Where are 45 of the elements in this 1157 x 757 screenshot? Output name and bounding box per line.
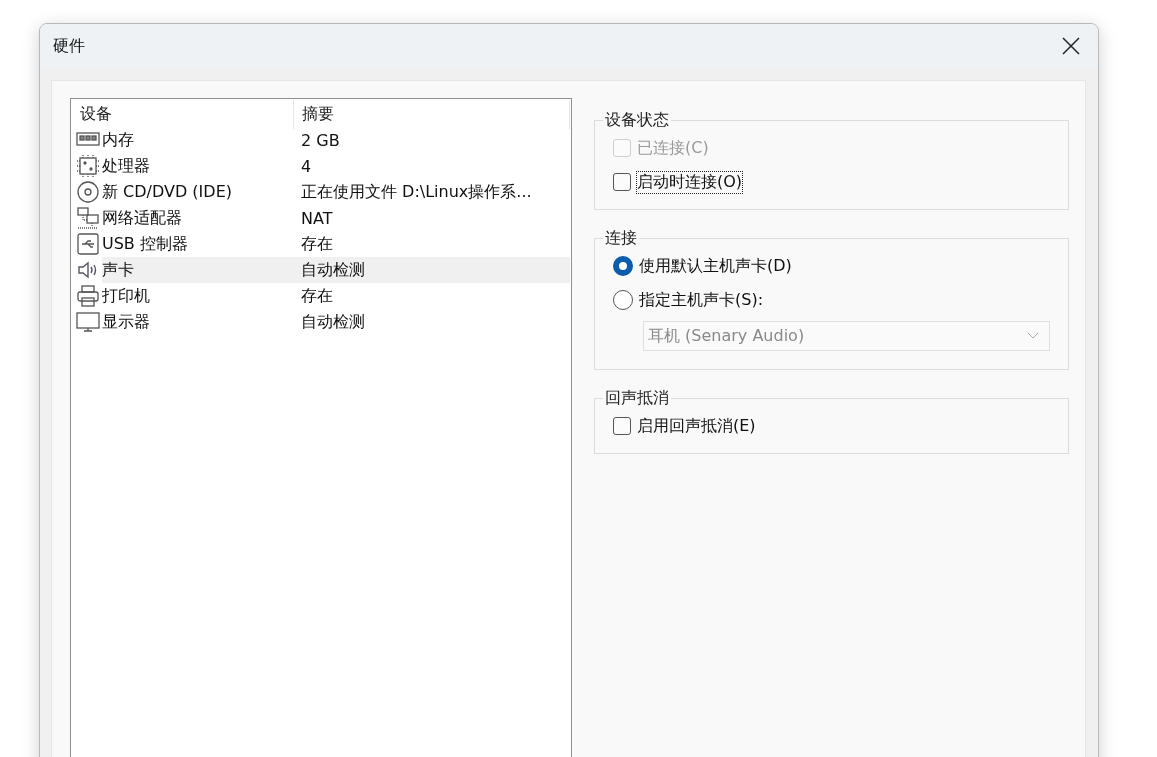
device-row[interactable]: 打印机 存在 (72, 283, 570, 309)
group-title: 连接 (604, 228, 638, 249)
device-row[interactable]: 显示器 自动检测 (72, 309, 570, 335)
device-name: 打印机 (102, 285, 150, 307)
checkbox[interactable] (613, 173, 631, 191)
device-row[interactable]: 处理器 4 (72, 153, 570, 179)
cpu-device-icon (76, 154, 100, 178)
device-name: 处理器 (102, 155, 150, 177)
device-name: 显示器 (102, 311, 150, 333)
radio-button[interactable] (613, 256, 633, 276)
device-summary: 存在 (300, 285, 334, 307)
display-device-icon (76, 310, 100, 334)
device-row[interactable]: USB 控制器 存在 (72, 231, 570, 257)
device-name: 网络适配器 (102, 207, 182, 229)
device-name: 内存 (102, 129, 134, 151)
printer-device-icon (76, 284, 100, 308)
device-summary: 4 (300, 156, 313, 176)
device-summary: 存在 (300, 233, 334, 255)
column-header[interactable]: 设备 (72, 100, 294, 129)
usb-device-icon (76, 232, 100, 256)
window-title: 硬件 (53, 35, 85, 57)
device-row[interactable]: 网络适配器 NAT (72, 205, 570, 231)
device-name: USB 控制器 (102, 233, 188, 255)
group-title: 设备状态 (604, 110, 670, 131)
disc-device-icon (76, 180, 100, 204)
checkbox-option[interactable]: 启动时连接(O) (613, 169, 1050, 195)
close-icon (1062, 37, 1080, 55)
device-row[interactable]: 新 CD/DVD (IDE) 正在使用文件 D:\Linux操作系... (72, 179, 570, 205)
radio-button[interactable] (613, 290, 633, 310)
device-name: 声卡 (102, 259, 134, 281)
group-title: 回声抵消 (604, 388, 670, 409)
device-summary: 自动检测 (300, 259, 366, 281)
checkbox[interactable] (613, 417, 631, 435)
device-summary: 正在使用文件 D:\Linux操作系... (300, 181, 533, 203)
device-name: 新 CD/DVD (IDE) (102, 181, 232, 203)
network-device-icon (76, 206, 100, 230)
device-summary: NAT (300, 208, 334, 228)
device-summary: 2 GB (300, 130, 341, 150)
checkbox-option[interactable]: 启用回声抵消(E) (613, 413, 1050, 439)
device-row[interactable]: 内存 2 GB (72, 127, 570, 153)
device-summary: 自动检测 (300, 311, 366, 333)
chevron-down-icon (1027, 332, 1039, 340)
column-header[interactable]: 摘要 (294, 100, 570, 129)
radio-option[interactable]: 使用默认主机声卡(D) (613, 253, 1050, 279)
radio-option[interactable]: 指定主机声卡(S): (613, 287, 1050, 313)
